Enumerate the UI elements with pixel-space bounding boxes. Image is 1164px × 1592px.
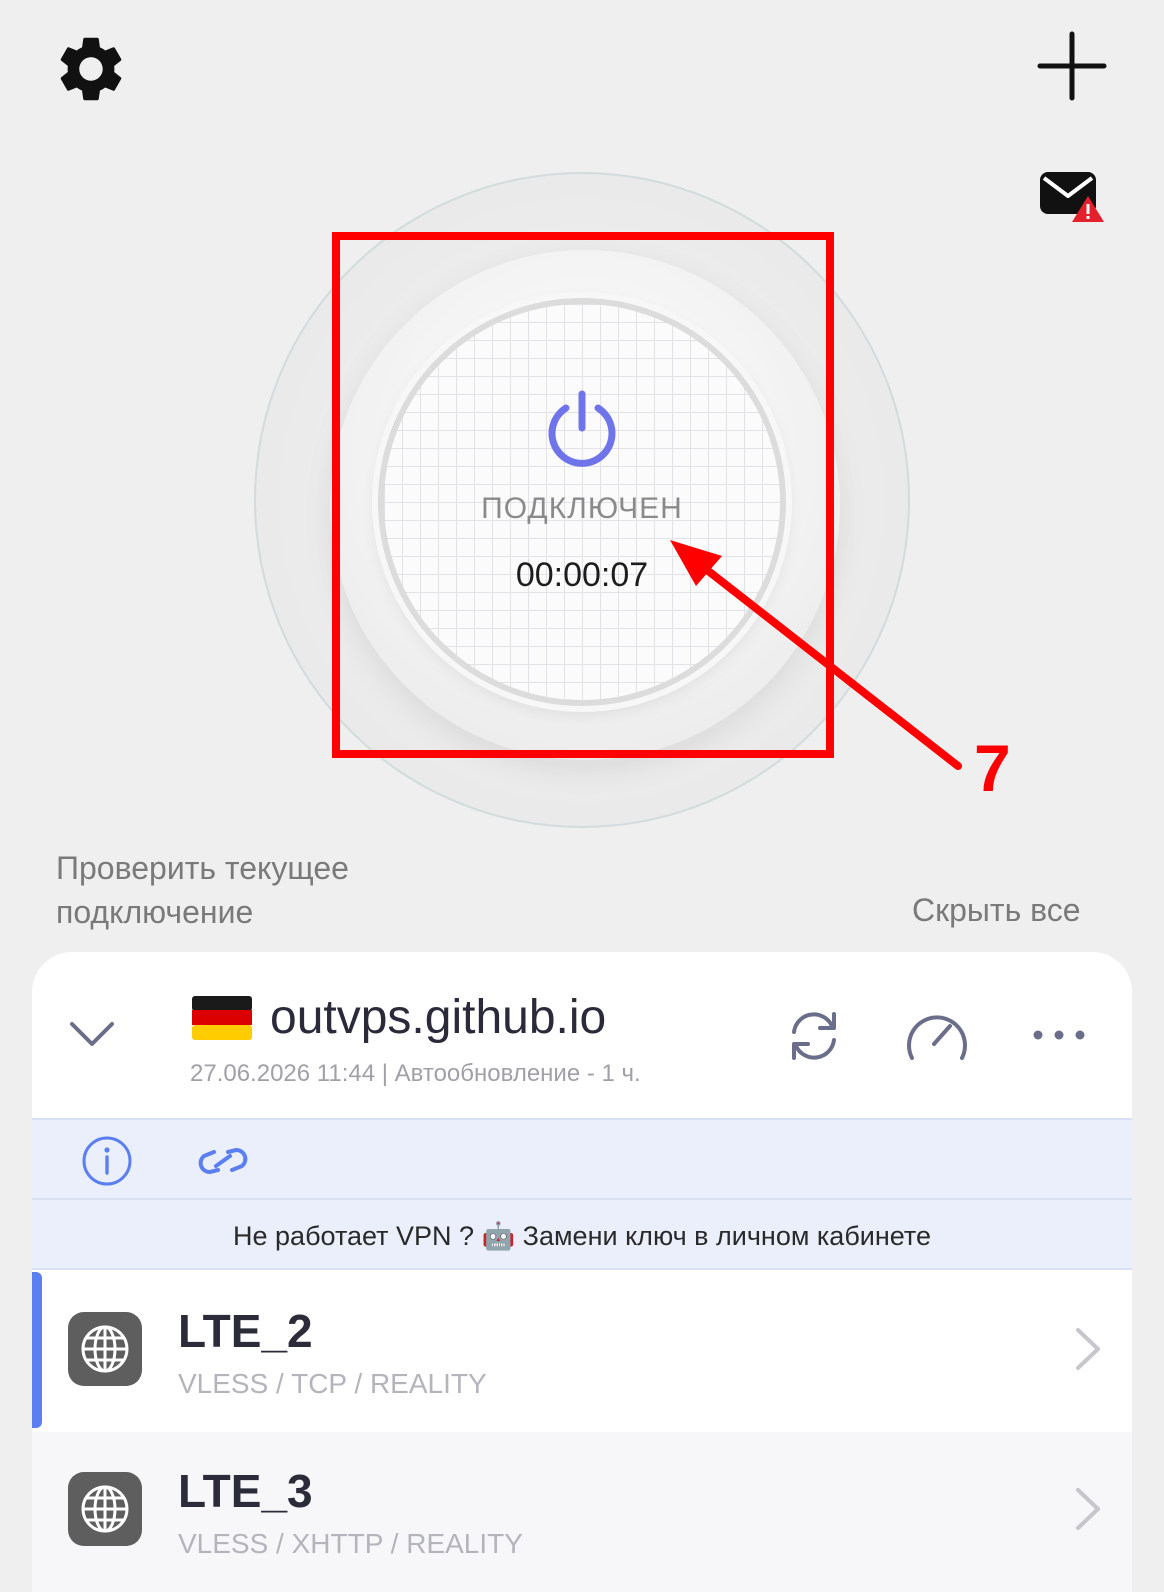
speedometer-icon[interactable]: [904, 1004, 970, 1068]
more-icon[interactable]: [1024, 1012, 1094, 1058]
hide-all-link[interactable]: Скрыть все: [912, 888, 1081, 932]
annotation-arrow: [670, 540, 962, 770]
plus-icon[interactable]: [1036, 30, 1108, 102]
server-name: LTE_2: [178, 1305, 313, 1357]
subscription-title: outvps.github.io: [270, 991, 607, 1044]
link-icon[interactable]: [194, 1134, 252, 1188]
server-protocol: VLESS / XHTTP / REALITY: [178, 1528, 523, 1559]
chevron-down-icon[interactable]: [60, 1000, 124, 1064]
gear-icon[interactable]: [52, 30, 130, 108]
selection-indicator: [32, 1272, 42, 1428]
globe-icon: [68, 1312, 142, 1386]
check-connection-link[interactable]: Проверить текущее подключение: [56, 846, 456, 934]
chevron-right-icon[interactable]: [1070, 1326, 1106, 1372]
chevron-right-icon[interactable]: [1070, 1486, 1106, 1532]
subscription-meta: 27.06.2026 11:44 | Автообновление - 1 ч.: [190, 1060, 641, 1087]
server-row[interactable]: LTE_2 VLESS / TCP / REALITY: [32, 1272, 1132, 1432]
server-name: LTE_3: [178, 1465, 313, 1517]
globe-icon: [68, 1472, 142, 1546]
germany-flag-icon: [192, 996, 252, 1040]
server-row[interactable]: LTE_3 VLESS / XHTTP / REALITY: [32, 1432, 1132, 1592]
info-icon[interactable]: [80, 1134, 134, 1188]
refresh-icon[interactable]: [782, 1004, 846, 1068]
notice-text[interactable]: Не работает VPN ? 🤖 Замени ключ в личном…: [32, 1220, 1132, 1252]
annotation-number: 7: [974, 731, 1011, 805]
server-protocol: VLESS / TCP / REALITY: [178, 1368, 487, 1399]
mail-alert-icon[interactable]: [1036, 166, 1108, 226]
